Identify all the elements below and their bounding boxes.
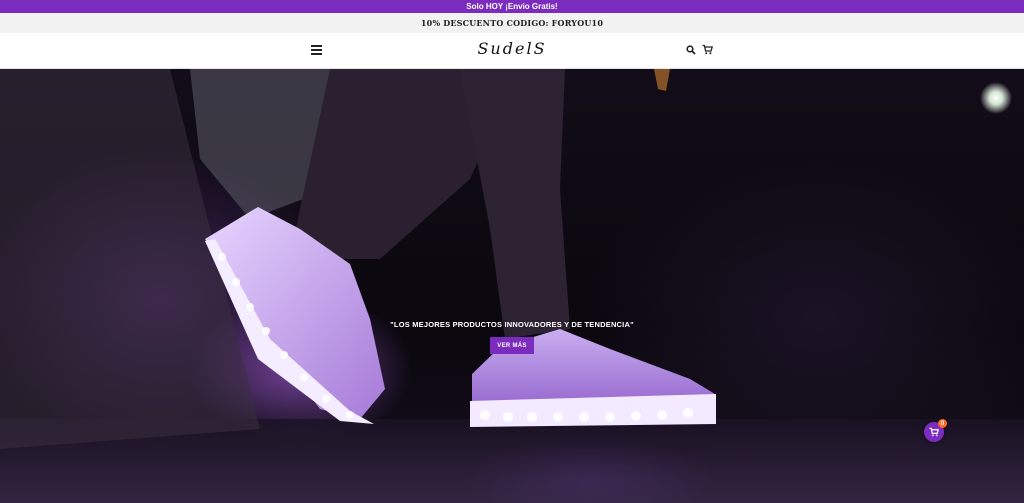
site-header: SudelS [0, 33, 1024, 69]
promo-bar: 10% DESCUENTO CODIGO: FORYOU10 [0, 13, 1024, 33]
hero-tagline: "LOS MEJORES PRODUCTOS INNOVADORES Y DE … [390, 320, 634, 329]
announcement-bar: Solo HOY ¡Envio Gratis! [0, 0, 1024, 13]
ver-mas-button[interactable]: VER MÁS [490, 337, 534, 354]
hero-background-image [0, 69, 1024, 503]
cart-icon[interactable] [702, 44, 713, 55]
cart-count-badge: 0 [938, 419, 947, 428]
announcement-text: Solo HOY ¡Envio Gratis! [466, 2, 558, 11]
cart-icon [929, 427, 939, 437]
promo-code-text: 10% DESCUENTO CODIGO: FORYOU10 [420, 18, 604, 28]
site-logo[interactable]: SudelS [470, 39, 554, 58]
hero-banner: "LOS MEJORES PRODUCTOS INNOVADORES Y DE … [0, 69, 1024, 503]
hamburger-menu-icon[interactable] [311, 45, 322, 55]
search-icon[interactable] [686, 45, 696, 55]
